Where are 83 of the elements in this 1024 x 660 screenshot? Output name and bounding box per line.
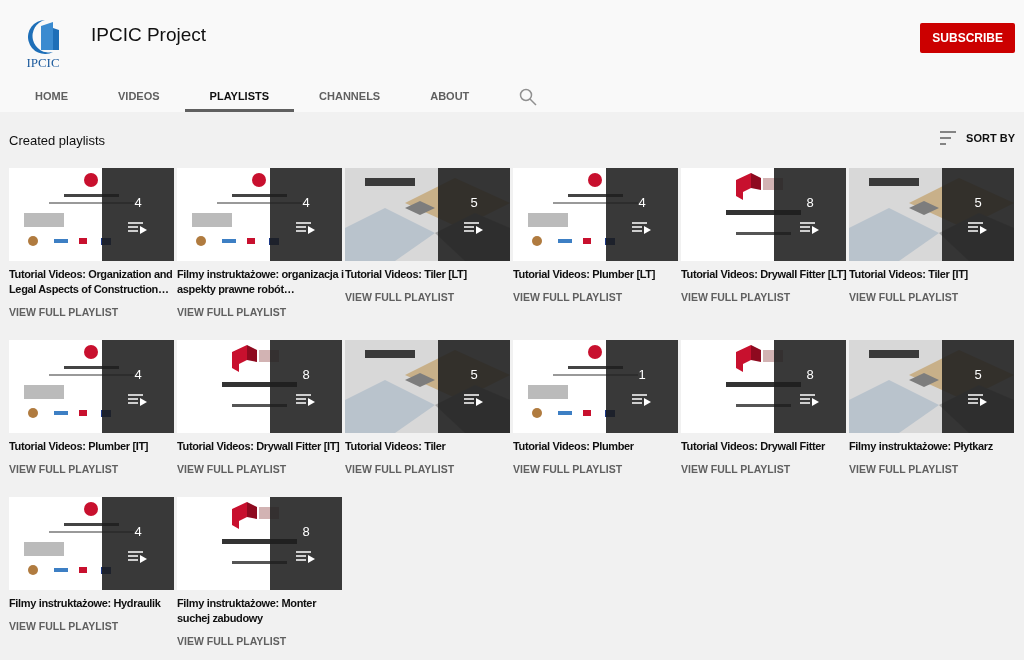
playlist-thumbnail[interactable]: 4: [513, 168, 678, 261]
video-count: 5: [974, 367, 982, 382]
playlist-icon: [464, 393, 484, 406]
view-playlist-link[interactable]: VIEW FULL PLAYLIST: [177, 461, 287, 477]
view-playlist-link[interactable]: VIEW FULL PLAYLIST: [177, 304, 287, 320]
view-playlist-link[interactable]: VIEW FULL PLAYLIST: [681, 461, 791, 477]
playlist-title[interactable]: Tutorial Videos: Organization and Legal Aspects of Construction…: [9, 267, 176, 297]
video-count: 8: [302, 524, 310, 539]
playlist-title[interactable]: Tutorial Videos: Tiler [IT]: [849, 267, 1016, 282]
logo-text: IPCIC: [26, 56, 60, 70]
tab[interactable]: VIDEOS: [93, 80, 185, 112]
playlist-icon: [464, 221, 484, 234]
playlist-icon: [800, 221, 820, 234]
sort-button[interactable]: SORT BY: [940, 131, 1015, 145]
video-count: 4: [302, 195, 310, 210]
tab[interactable]: PLAYLISTS: [184, 80, 295, 112]
video-count: 8: [806, 195, 814, 210]
playlist-title[interactable]: Tutorial Videos: Drywall Fitter [IT]: [177, 439, 344, 454]
video-count: 4: [134, 367, 142, 382]
view-playlist-link[interactable]: VIEW FULL PLAYLIST: [849, 289, 959, 305]
playlist-title[interactable]: Tutorial Videos: Drywall Fitter: [681, 439, 848, 454]
view-playlist-link[interactable]: VIEW FULL PLAYLIST: [513, 461, 623, 477]
playlist-thumbnail[interactable]: 8: [681, 168, 846, 261]
view-playlist-link[interactable]: VIEW FULL PLAYLIST: [849, 461, 959, 477]
playlist-title[interactable]: Filmy instruktażowe: Hydraulik: [9, 596, 176, 611]
playlist-icon: [128, 550, 148, 563]
tab[interactable]: ABOUT: [405, 80, 495, 112]
playlist-thumbnail[interactable]: 5: [849, 168, 1014, 261]
playlist-title[interactable]: Filmy instruktażowe: Płytkarz: [849, 439, 1016, 454]
tab[interactable]: HOME: [10, 80, 93, 112]
playlist-thumbnail[interactable]: 1: [513, 340, 678, 433]
video-count: 8: [302, 367, 310, 382]
playlist-thumbnail[interactable]: 8: [177, 340, 342, 433]
video-count: 5: [470, 367, 478, 382]
view-playlist-link[interactable]: VIEW FULL PLAYLIST: [9, 618, 119, 634]
view-playlist-link[interactable]: VIEW FULL PLAYLIST: [513, 289, 623, 305]
playlist-title[interactable]: Tutorial Videos: Drywall Fitter [LT]: [681, 267, 848, 282]
video-count: 4: [638, 195, 646, 210]
playlist-icon: [968, 393, 988, 406]
video-count: 5: [974, 195, 982, 210]
playlist-icon: [128, 221, 148, 234]
playlist-icon: [632, 221, 652, 234]
playlist-icon: [968, 221, 988, 234]
playlist-title[interactable]: Tutorial Videos: Plumber [LT]: [513, 267, 680, 282]
playlist-thumbnail[interactable]: 4: [9, 168, 174, 261]
playlist-thumbnail[interactable]: 8: [177, 497, 342, 590]
playlist-thumbnail[interactable]: 5: [345, 168, 510, 261]
playlist-icon: [128, 393, 148, 406]
playlist-thumbnail[interactable]: 8: [681, 340, 846, 433]
view-playlist-link[interactable]: VIEW FULL PLAYLIST: [345, 461, 455, 477]
section-title: Created playlists: [9, 132, 106, 148]
video-count: 4: [134, 195, 142, 210]
view-playlist-link[interactable]: VIEW FULL PLAYLIST: [681, 289, 791, 305]
view-playlist-link[interactable]: VIEW FULL PLAYLIST: [177, 633, 287, 649]
playlist-thumbnail[interactable]: 4: [9, 497, 174, 590]
playlist-icon: [296, 550, 316, 563]
playlist-icon: [296, 221, 316, 234]
search-icon[interactable]: [519, 87, 538, 106]
view-playlist-link[interactable]: VIEW FULL PLAYLIST: [9, 461, 119, 477]
playlist-title[interactable]: Tutorial Videos: Plumber: [513, 439, 680, 454]
sort-icon: [940, 131, 959, 145]
playlist-thumbnail[interactable]: 4: [9, 340, 174, 433]
channel-name: IPCIC Project: [91, 24, 208, 46]
subscribe-button[interactable]: SUBSCRIBE: [920, 23, 1015, 53]
playlist-thumbnail[interactable]: 4: [177, 168, 342, 261]
video-count: 8: [806, 367, 814, 382]
playlist-icon: [800, 393, 820, 406]
playlist-title[interactable]: Filmy instruktażowe: Monter suchej zabudowy: [177, 596, 344, 626]
video-count: 1: [638, 367, 646, 382]
channel-logo[interactable]: IPCIC: [12, 12, 74, 74]
tab[interactable]: CHANNELS: [294, 80, 406, 112]
view-playlist-link[interactable]: VIEW FULL PLAYLIST: [9, 304, 119, 320]
video-count: 4: [134, 524, 142, 539]
playlist-title[interactable]: Tutorial Videos: Tiler [LT]: [345, 267, 512, 282]
playlist-icon: [632, 393, 652, 406]
playlist-thumbnail[interactable]: 5: [849, 340, 1014, 433]
playlist-thumbnail[interactable]: 5: [345, 340, 510, 433]
video-count: 5: [470, 195, 478, 210]
playlist-icon: [296, 393, 316, 406]
playlist-title[interactable]: Tutorial Videos: Tiler: [345, 439, 512, 454]
playlist-title[interactable]: Filmy instruktażowe: organizacja i aspekty prawne robót…: [177, 267, 344, 297]
playlist-title[interactable]: Tutorial Videos: Plumber [IT]: [9, 439, 176, 454]
view-playlist-link[interactable]: VIEW FULL PLAYLIST: [345, 289, 455, 305]
